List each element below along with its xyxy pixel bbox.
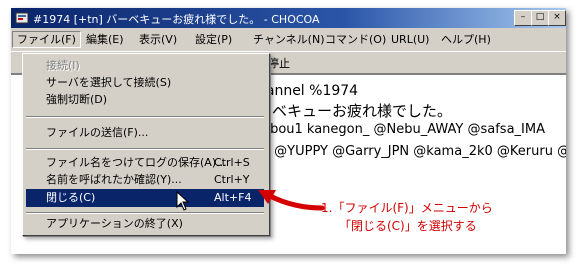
- menu-file[interactable]: ファイル(F): [12, 31, 81, 48]
- title-bar[interactable]: #1974 [+tn] バーベキューお疲れ様でした。 - CHOCOA – □ …: [11, 8, 566, 28]
- log-line: ーベキューお疲れ様でした。: [257, 102, 453, 120]
- menu-item-connect[interactable]: 接続(I): [26, 57, 264, 75]
- menu-view[interactable]: 表示(V): [135, 32, 181, 47]
- log-line: tabou1 kanegon_ @Nebu_AWAY @safsa_IMA: [257, 122, 545, 137]
- menu-item-send-file[interactable]: ファイルの送信(F)...: [26, 124, 264, 142]
- chocoa-app-icon: [15, 12, 29, 24]
- annotation-arrow-icon: [258, 190, 325, 211]
- menu-separator: [26, 212, 264, 214]
- menu-edit[interactable]: 編集(E): [82, 32, 128, 47]
- annotation-step-text: 1.「ファイル(F)」メニューから: [321, 201, 493, 215]
- menu-item-check-mention[interactable]: 名前を呼ばれたか確認(Y)... Ctrl+Y: [26, 171, 264, 189]
- menu-settings[interactable]: 設定(P): [191, 32, 236, 47]
- mouse-cursor-icon: [176, 191, 190, 211]
- log-line: Y] @YUPPY @Garry_JPN @kama_2k0 @Keruru @: [257, 144, 566, 159]
- window-title: #1974 [+tn] バーベキューお疲れ様でした。 - CHOCOA: [33, 13, 320, 26]
- menu-url[interactable]: URL(U): [387, 32, 433, 47]
- annotation-step-text: 「閉じる(C)」を選択する: [339, 219, 477, 233]
- menu-item-select-server[interactable]: サーバを選択して接続(S): [26, 74, 264, 92]
- menu-command[interactable]: コマンド(O): [321, 32, 390, 47]
- app-window: #1974 [+tn] バーベキューお疲れ様でした。 - CHOCOA – □ …: [11, 8, 566, 254]
- menu-separator: [26, 116, 264, 118]
- maximize-icon: □: [535, 12, 545, 22]
- menu-item-force-disconnect[interactable]: 強制切断(D): [26, 91, 264, 109]
- menu-item-save-log[interactable]: ファイル名をつけてログの保存(A)... Ctrl+S: [26, 154, 264, 172]
- log-line: hannel %1974: [257, 83, 359, 99]
- minimize-button[interactable]: –: [514, 10, 532, 26]
- menu-channel[interactable]: チャンネル(N): [249, 32, 328, 47]
- minimize-icon: –: [520, 12, 526, 22]
- file-menu-dropdown: 接続(I) サーバを選択して接続(S) 強制切断(D) ファイルの送信(F)..…: [22, 53, 270, 236]
- maximize-button[interactable]: □: [531, 10, 549, 26]
- menu-item-exit-app[interactable]: アプリケーションの終了(X): [26, 215, 264, 233]
- close-icon: ×: [553, 12, 561, 22]
- menu-separator: [26, 148, 264, 150]
- menu-help[interactable]: ヘルプ(H): [437, 32, 495, 47]
- menu-item-close[interactable]: 閉じる(C) Alt+F4: [26, 189, 264, 207]
- menu-bar: ファイル(F) 編集(E) 表示(V) 設定(P) チャンネル(N) コマンド(…: [11, 29, 566, 49]
- close-window-button[interactable]: ×: [548, 10, 566, 26]
